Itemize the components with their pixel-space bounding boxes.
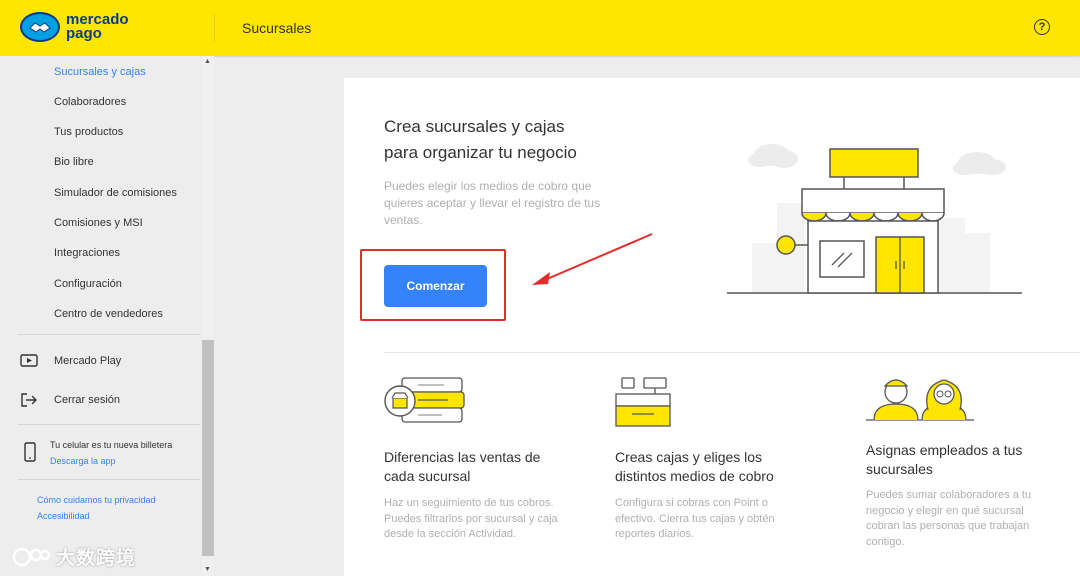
watermark: 大数跨境: [12, 543, 136, 570]
sidebar-item-comisiones[interactable]: Comisiones y MSI: [54, 217, 143, 229]
store-illustration: [727, 144, 1022, 294]
sidebar-item-productos[interactable]: Tus productos: [54, 126, 123, 138]
hero-title: Crea sucursales y cajas para organizar t…: [384, 117, 577, 162]
mercado-play-label: Mercado Play: [54, 355, 122, 367]
feature-title: Creas cajas y eliges los distintos medio…: [615, 449, 774, 484]
feature-description: Puedes sumar colaboradores a tu negocio …: [866, 489, 1032, 548]
sidebar-divider: [18, 479, 200, 480]
sidebar-item-centro-vendedores[interactable]: Centro de vendedores: [54, 308, 163, 320]
mercado-pago-logo[interactable]: mercado pago: [20, 12, 129, 42]
sidebar-item-sucursales[interactable]: Sucursales y cajas: [54, 66, 146, 78]
cash-register-icon: [615, 377, 671, 427]
main-card: Crea sucursales y cajas para organizar t…: [344, 78, 1080, 576]
red-arrow-annotation: [532, 233, 653, 285]
privacy-link[interactable]: Cómo cuidamos tu privacidad: [37, 495, 156, 505]
help-icon[interactable]: ?: [1034, 19, 1050, 35]
top-header: mercado pago Sucursales ?: [0, 0, 1080, 56]
scroll-up-arrow-icon[interactable]: ▲: [204, 58, 211, 65]
download-app-link[interactable]: Descarga la app: [50, 456, 116, 466]
sidebar-divider: [18, 424, 200, 425]
handshake-icon: [20, 12, 60, 42]
sales-by-branch-icon: [384, 377, 465, 423]
sidebar-divider: [18, 334, 200, 335]
wallet-promo-text: Tu celular es tu nueva billetera: [50, 440, 173, 450]
phone-icon: [24, 442, 36, 467]
highlight-box: [360, 249, 506, 321]
sidebar-item-bio-libre[interactable]: Bio libre: [54, 156, 94, 168]
feature-title: Diferencias las ventas de cada sucursal: [384, 449, 541, 484]
feature-title: Asignas empleados a tus sucursales: [866, 442, 1023, 477]
brand-wordmark: mercado pago: [66, 11, 129, 42]
section-divider: [384, 352, 1080, 353]
sidebar-item-configuracion[interactable]: Configuración: [54, 278, 122, 290]
header-divider: [214, 14, 215, 42]
logout-label: Cerrar sesión: [54, 394, 121, 406]
scrollbar-thumb[interactable]: [202, 340, 214, 556]
feature-description: Haz un seguimiento de tus cobros. Puedes…: [384, 497, 558, 540]
sidebar-item-mercado-play[interactable]: Mercado Play: [20, 354, 121, 368]
sidebar-item-integraciones[interactable]: Integraciones: [54, 247, 120, 259]
logout-icon: [20, 393, 38, 407]
sidebar-item-simulador[interactable]: Simulador de comisiones: [54, 187, 177, 199]
hero-description: Puedes elegir los medios de cobro que qu…: [384, 179, 601, 227]
sidebar-item-logout[interactable]: Cerrar sesión: [20, 393, 120, 407]
sidebar-item-colaboradores[interactable]: Colaboradores: [54, 96, 126, 108]
watermark-logo-icon: [12, 547, 50, 566]
feature-description: Configura si cobras con Point o efectivo…: [615, 497, 775, 540]
scroll-down-arrow-icon[interactable]: ▼: [204, 566, 211, 573]
accessibility-link[interactable]: Accesibilidad: [37, 511, 90, 521]
page-title: Sucursales: [242, 20, 312, 36]
sidebar: Sucursales y cajas Colaboradores Tus pro…: [0, 56, 214, 576]
play-icon: [20, 354, 38, 368]
employees-icon: [866, 379, 974, 421]
